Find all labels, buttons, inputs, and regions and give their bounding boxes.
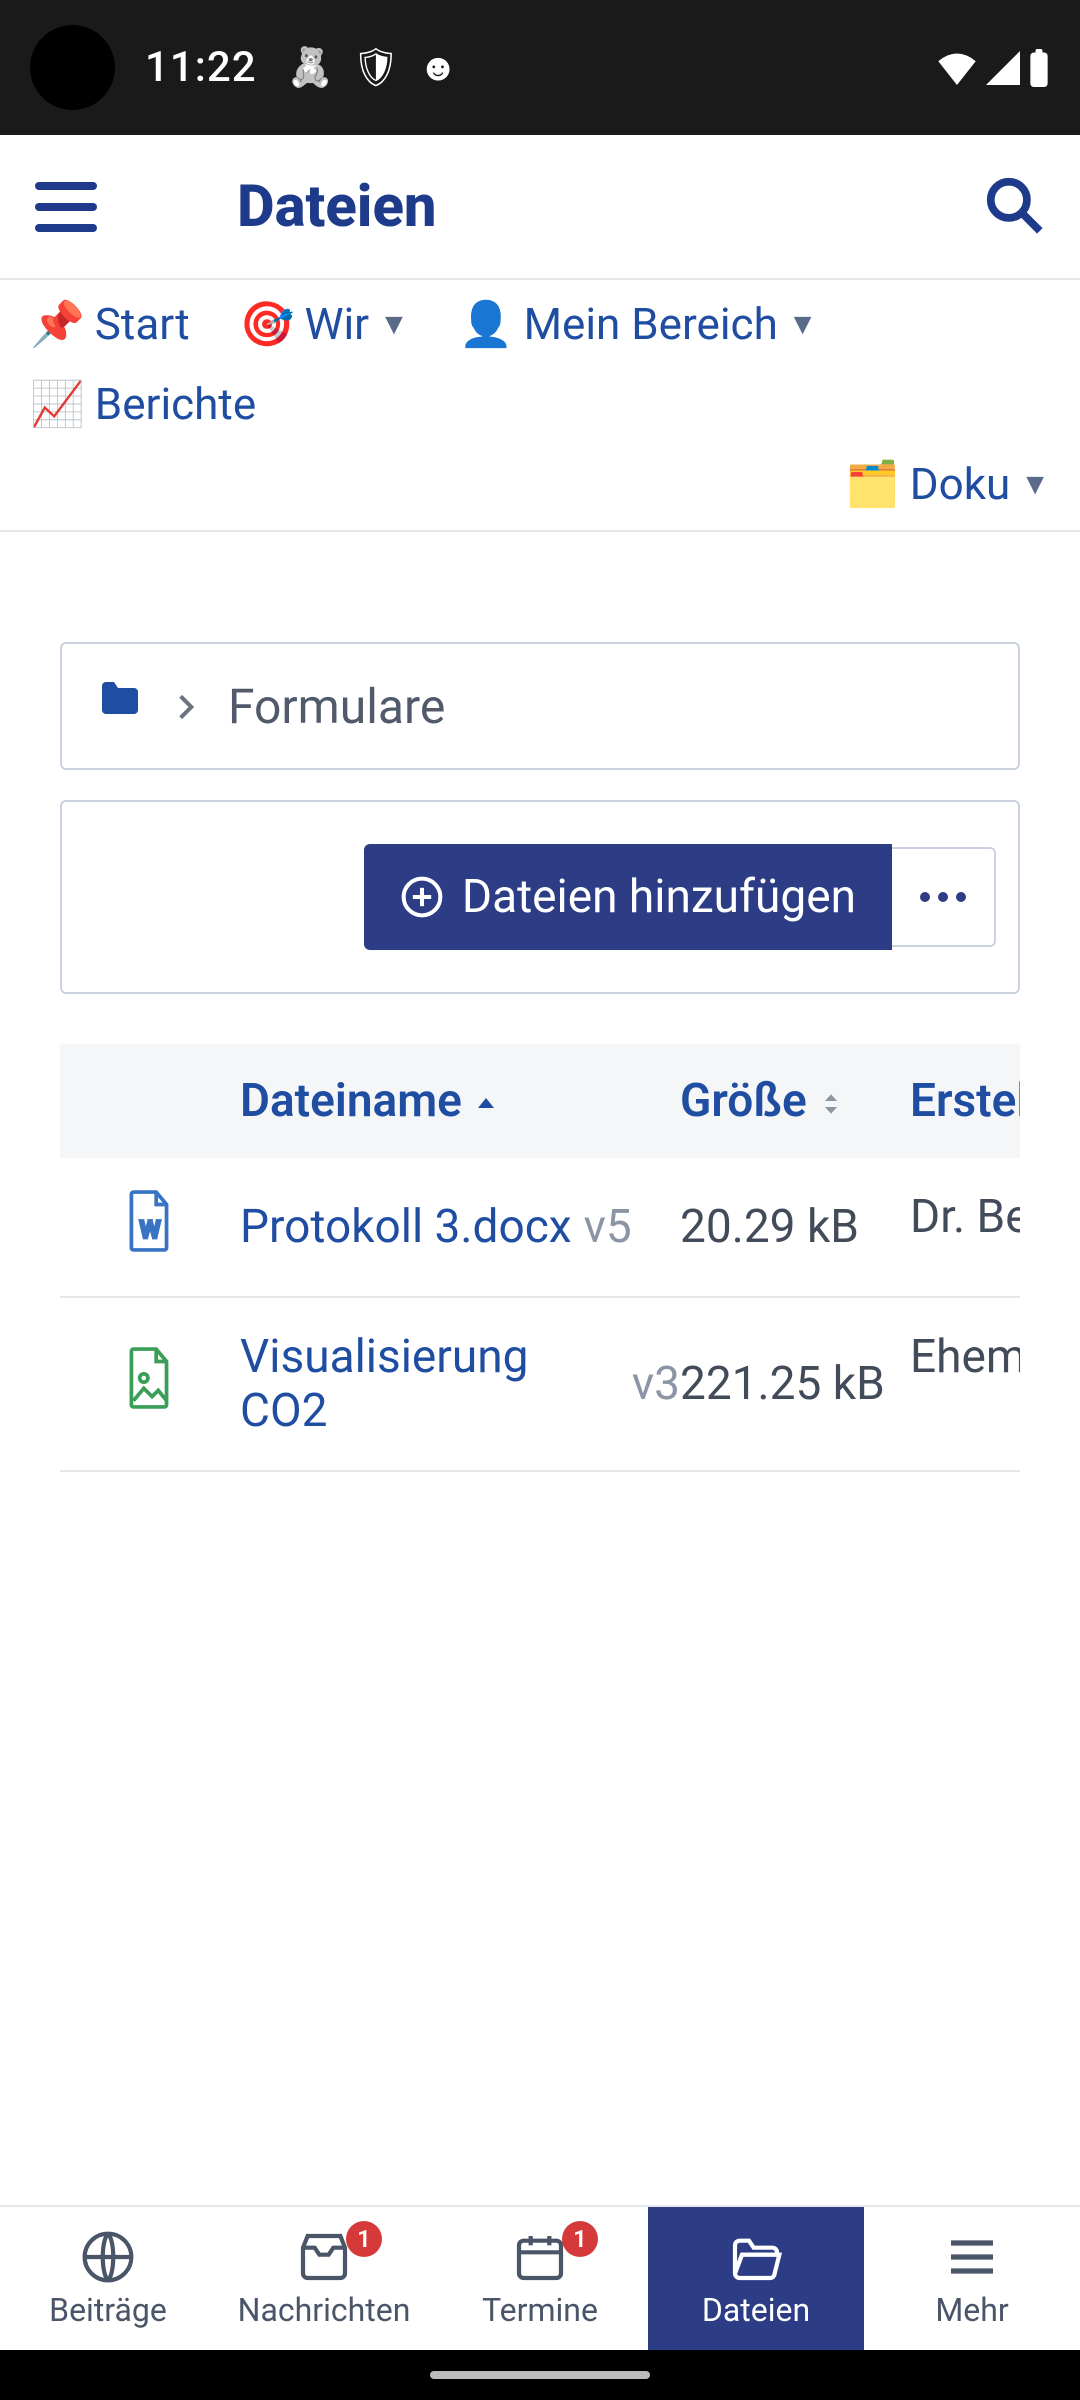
status-bar: 11:22 🧸 🛡 ☻ — [0, 0, 1080, 135]
plus-circle-icon — [400, 875, 444, 919]
add-files-button[interactable]: Dateien hinzufügen — [364, 844, 892, 950]
signal-icon — [986, 51, 1020, 85]
file-name: Protokoll 3.docx — [240, 1200, 572, 1254]
badge: 1 — [562, 2221, 598, 2257]
file-size: 20.29 kB — [680, 1190, 910, 1264]
title-bar: Dateien — [0, 135, 1080, 280]
sort-asc-icon — [474, 1074, 498, 1128]
nav-item-start[interactable]: 📌 Start — [30, 298, 190, 350]
table-row[interactable]: Visualisierung CO2 v3 221.25 kB Ehemali — [60, 1298, 1020, 1472]
image-file-icon — [124, 1347, 176, 1421]
nav-dateien[interactable]: Dateien — [648, 2207, 864, 2350]
file-name: Visualisierung CO2 — [240, 1330, 620, 1438]
nav-item-mein-bereich[interactable]: 👤 Mein Bereich ▼ — [459, 298, 818, 350]
chart-icon: 📈 — [30, 378, 85, 430]
file-creator: Ehemali — [910, 1330, 1020, 1438]
sort-icon — [819, 1074, 843, 1128]
caret-down-icon: ▼ — [379, 307, 409, 342]
file-size: 221.25 kB — [680, 1330, 910, 1438]
action-toolbar: Dateien hinzufügen — [60, 800, 1020, 994]
clock: 11:22 — [145, 43, 257, 92]
caret-down-icon: ▼ — [788, 307, 818, 342]
battery-icon — [1028, 49, 1050, 87]
status-icons-left: 🧸 🛡 ☻ — [287, 46, 459, 90]
inbox-icon — [296, 2229, 352, 2285]
more-actions-button[interactable] — [892, 847, 996, 947]
breadcrumb-current[interactable]: Formulare — [228, 678, 445, 735]
column-header-name[interactable]: Dateiname — [240, 1074, 680, 1128]
search-button[interactable] — [983, 174, 1045, 240]
home-indicator[interactable] — [430, 2371, 650, 2379]
search-icon — [983, 174, 1045, 236]
breadcrumb: Formulare — [60, 642, 1020, 770]
nav-mehr[interactable]: Mehr — [864, 2207, 1080, 2350]
profile-avatar[interactable] — [30, 25, 115, 110]
content-area: Formulare Dateien hinzufügen Dateiname G… — [0, 532, 1080, 2205]
menu-button[interactable] — [35, 182, 97, 232]
circle-icon: ☻ — [418, 46, 458, 90]
file-version: v3 — [632, 1357, 680, 1411]
folder-icon: 🗂️ — [845, 458, 900, 510]
folder-open-icon — [728, 2229, 784, 2285]
menu-icon — [944, 2229, 1000, 2285]
files-table: Dateiname Größe Ersteller W — [60, 1044, 1020, 1472]
column-header-creator[interactable]: Ersteller — [910, 1074, 1020, 1128]
bottom-nav: Beiträge Nachrichten 1 Termine 1 Dateien… — [0, 2205, 1080, 2350]
column-header-size[interactable]: Größe — [680, 1074, 910, 1128]
nav-item-wir[interactable]: 🎯 Wir ▼ — [240, 298, 409, 350]
calendar-icon — [512, 2229, 568, 2285]
shield-icon: 🛡 — [352, 46, 400, 90]
table-row[interactable]: W Protokoll 3.docx v5 20.29 kB Dr. Bene — [60, 1158, 1020, 1298]
caret-down-icon: ▼ — [1020, 467, 1050, 502]
chevron-right-icon — [170, 678, 202, 735]
target-icon: 🎯 — [240, 298, 295, 350]
wifi-icon — [936, 51, 978, 85]
page-title: Dateien — [237, 173, 437, 241]
badge: 1 — [346, 2221, 382, 2257]
nav-tabs: 📌 Start 🎯 Wir ▼ 👤 Mein Bereich ▼ 📈 Beric… — [0, 280, 1080, 532]
svg-text:W: W — [140, 1217, 160, 1244]
status-icons-right — [936, 49, 1050, 87]
file-creator: Dr. Bene — [910, 1190, 1020, 1264]
globe-icon — [80, 2229, 136, 2285]
nav-termine[interactable]: Termine 1 — [432, 2207, 648, 2350]
table-header-row: Dateiname Größe Ersteller — [60, 1044, 1020, 1158]
nav-nachrichten[interactable]: Nachrichten 1 — [216, 2207, 432, 2350]
nav-item-doku[interactable]: 🗂️ Doku ▼ — [845, 458, 1050, 510]
folder-icon[interactable] — [96, 676, 144, 736]
nav-beitraege[interactable]: Beiträge — [0, 2207, 216, 2350]
nav-item-berichte[interactable]: 📈 Berichte — [30, 378, 256, 430]
user-icon: 👤 — [459, 298, 514, 350]
home-indicator-bar — [0, 2350, 1080, 2400]
bear-icon: 🧸 — [287, 46, 334, 90]
dots-horizontal-icon — [919, 891, 967, 903]
word-file-icon: W — [124, 1190, 176, 1264]
pin-icon: 📌 — [30, 298, 85, 350]
file-version: v5 — [584, 1200, 632, 1254]
